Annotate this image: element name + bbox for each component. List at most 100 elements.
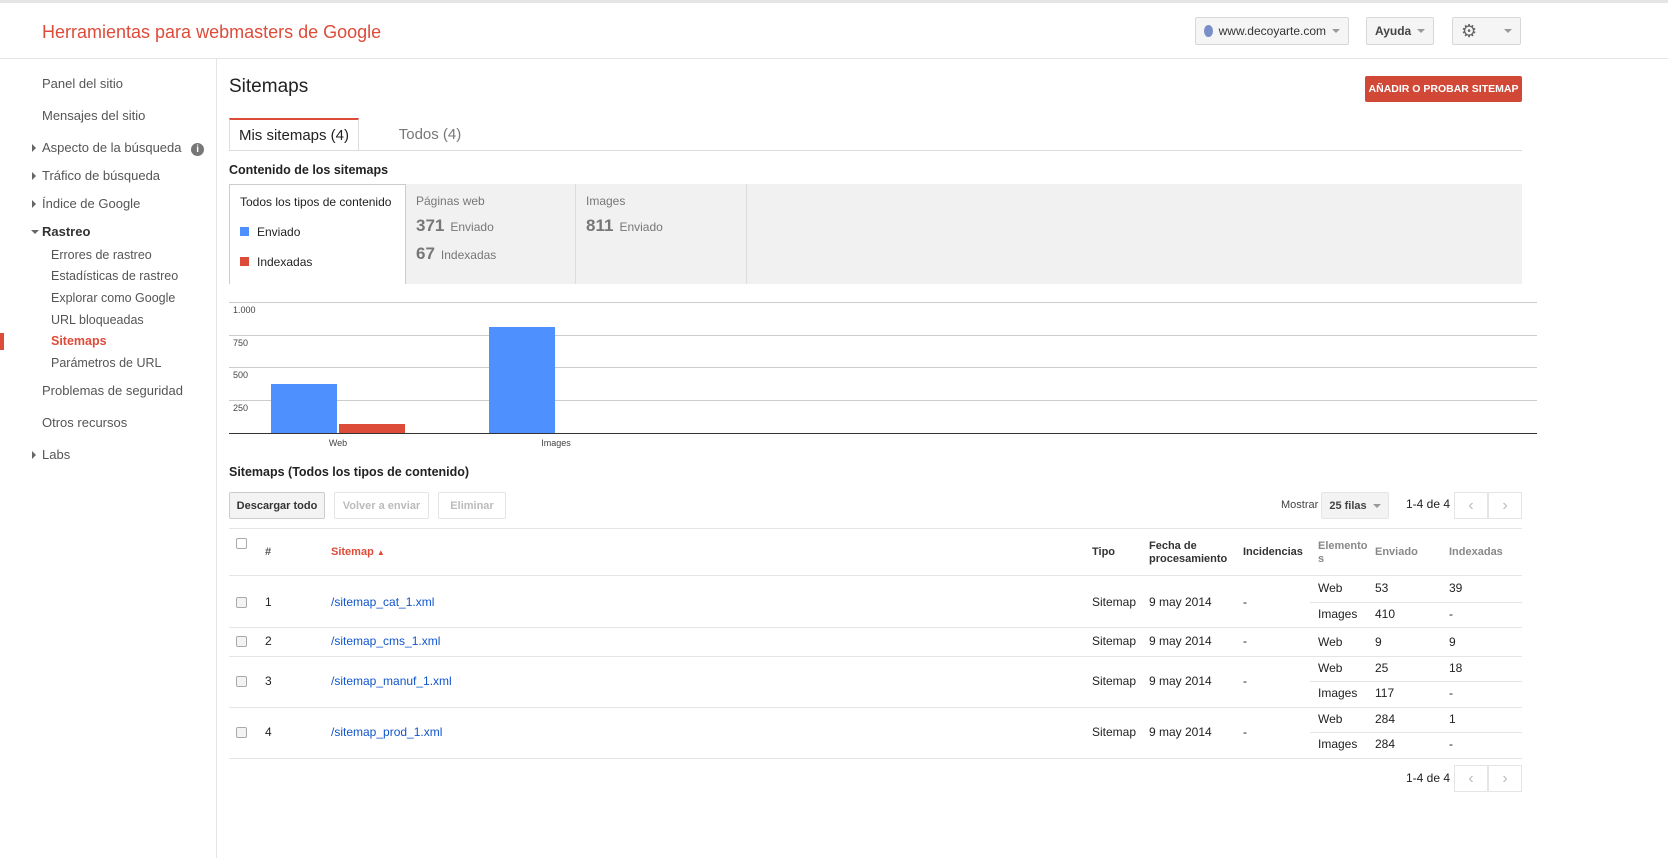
settings-button[interactable]: ⚙ xyxy=(1452,17,1521,45)
sidebar-item-fetch[interactable]: Explorar como Google xyxy=(51,291,175,305)
row-type: Sitemap xyxy=(1092,725,1137,739)
tab-my-sitemaps[interactable]: Mis sitemaps (4) xyxy=(229,118,359,150)
sitemap-link[interactable]: /sitemap_cat_1.xml xyxy=(331,595,434,609)
gridline xyxy=(229,302,1537,303)
item-type: Web xyxy=(1318,711,1343,726)
row-issues: - xyxy=(1243,674,1247,688)
rows-select[interactable]: 25 filas xyxy=(1321,492,1389,519)
chevron-right-icon: › xyxy=(1502,496,1508,514)
item-sent: 25 xyxy=(1375,660,1389,675)
expand-icon xyxy=(32,144,36,152)
web-indexed-value: 67 xyxy=(416,244,435,263)
row-checkbox[interactable] xyxy=(236,636,247,648)
sub-divider xyxy=(1310,681,1522,682)
col-indexed: Indexadas xyxy=(1449,546,1503,558)
sitemap-link[interactable]: /sitemap_manuf_1.xml xyxy=(331,674,452,688)
sidebar-item-sitemaps[interactable]: Sitemaps xyxy=(51,334,107,348)
sidebar-item-crawl[interactable]: Rastreo xyxy=(31,224,90,239)
row-checkbox[interactable] xyxy=(236,596,247,608)
chevron-left-icon: ‹ xyxy=(1468,496,1474,514)
label: Tráfico de búsqueda xyxy=(42,168,161,183)
prev-page-button[interactable]: ‹ xyxy=(1454,492,1488,519)
sidebar-item-security[interactable]: Problemas de seguridad xyxy=(42,383,183,398)
row-divider xyxy=(229,757,1522,759)
sort-asc-icon: ▲ xyxy=(376,548,385,557)
y-tick: 1.000 xyxy=(233,305,256,315)
help-button[interactable]: Ayuda xyxy=(1366,17,1434,45)
next-page-button[interactable]: › xyxy=(1488,492,1522,519)
sitemap-link[interactable]: /sitemap_cms_1.xml xyxy=(331,634,440,648)
sitemap-link[interactable]: /sitemap_prod_1.xml xyxy=(331,725,442,739)
sidebar-item-crawl-stats[interactable]: Estadísticas de rastreo xyxy=(51,269,178,283)
active-indicator xyxy=(0,333,4,350)
card-images[interactable]: Images 811 Enviado xyxy=(576,184,747,284)
row-number: 3 xyxy=(265,674,272,688)
prev-page-button-bottom[interactable]: ‹ xyxy=(1454,765,1488,792)
sidebar-item-resources[interactable]: Otros recursos xyxy=(42,415,127,430)
col-date[interactable]: Fecha de procesamiento xyxy=(1149,540,1239,566)
row-number: 2 xyxy=(265,634,272,649)
sidebar-item-google-index[interactable]: Índice de Google xyxy=(32,196,140,211)
col-issues[interactable]: Incidencias xyxy=(1243,546,1303,558)
sidebar-item-labs[interactable]: Labs xyxy=(32,447,70,462)
add-sitemap-button[interactable]: AÑADIR O PROBAR SITEMAP xyxy=(1365,76,1522,102)
divider xyxy=(229,575,1522,576)
tab-divider xyxy=(229,150,1522,151)
row-checkbox[interactable] xyxy=(236,727,247,738)
label: Enviado xyxy=(450,220,494,234)
tab-all[interactable]: Todos (4) xyxy=(380,118,480,150)
delete-button[interactable]: Eliminar xyxy=(438,492,506,519)
help-label: Ayuda xyxy=(1375,24,1412,38)
col-sitemap[interactable]: Sitemap ▲ xyxy=(331,546,385,558)
x-tick: Web xyxy=(328,438,348,448)
legend-indexed: Indexadas xyxy=(240,255,395,269)
app-title[interactable]: Herramientas para webmasters de Google xyxy=(42,22,381,43)
row-date: 9 may 2014 xyxy=(1149,594,1212,609)
resubmit-button[interactable]: Volver a enviar xyxy=(334,492,429,519)
legend-label: Enviado xyxy=(257,225,301,239)
row-date: 9 may 2014 xyxy=(1149,674,1212,688)
label: Enviado xyxy=(619,220,663,234)
expand-icon xyxy=(32,451,36,459)
label: Aspecto de la búsqueda xyxy=(42,140,182,155)
sidebar-item-search-appearance[interactable]: Aspecto de la búsqueda i xyxy=(32,140,205,156)
sidebar-item-search-traffic[interactable]: Tráfico de búsqueda xyxy=(32,168,161,183)
table-heading: Sitemaps (Todos los tipos de contenido) xyxy=(229,465,470,479)
row-type: Sitemap xyxy=(1092,674,1137,688)
legend-swatch xyxy=(240,227,249,236)
sidebar-item-panel[interactable]: Panel del sitio xyxy=(42,76,123,91)
card-all[interactable]: Todos los tipos de contenido Enviado Ind… xyxy=(229,184,406,284)
row-checkbox[interactable] xyxy=(236,676,247,687)
row-date: 9 may 2014 xyxy=(1149,725,1212,739)
select-all-checkbox[interactable] xyxy=(236,538,247,549)
card-title: Páginas web xyxy=(416,194,485,208)
legend-swatch xyxy=(240,257,249,266)
site-selector[interactable]: www.decoyarte.com xyxy=(1195,17,1349,45)
next-page-button-bottom[interactable]: › xyxy=(1488,765,1522,792)
item-type: Web xyxy=(1318,581,1343,595)
collapse-icon xyxy=(31,230,39,234)
card-web[interactable]: Páginas web 371 Enviado 67 Indexadas xyxy=(406,184,576,284)
sidebar-item-crawl-errors[interactable]: Errores de rastreo xyxy=(51,248,152,262)
sidebar-item-url-params[interactable]: Parámetros de URL xyxy=(51,356,161,370)
col-type[interactable]: Tipo xyxy=(1092,546,1115,558)
sidebar-item-blocked-urls[interactable]: URL bloqueadas xyxy=(51,313,144,327)
chevron-down-icon xyxy=(1372,503,1381,508)
item-indexed: 9 xyxy=(1449,635,1456,649)
content-cards: Todos los tipos de contenido Enviado Ind… xyxy=(229,184,1522,284)
item-type: Images xyxy=(1318,686,1358,700)
item-sent: 9 xyxy=(1375,635,1382,649)
item-indexed: - xyxy=(1449,606,1453,621)
row-number: 4 xyxy=(265,725,272,739)
rows-value: 25 filas xyxy=(1329,499,1367,512)
download-all-button[interactable]: Descargar todo xyxy=(229,492,325,519)
info-icon[interactable]: i xyxy=(191,143,205,156)
content-heading: Contenido de los sitemaps xyxy=(229,163,389,177)
item-sent: 117 xyxy=(1375,686,1395,700)
sidebar-item-messages[interactable]: Mensajes del sitio xyxy=(42,108,145,123)
row-divider xyxy=(229,655,1522,657)
row-type: Sitemap xyxy=(1092,634,1137,649)
item-type: Web xyxy=(1318,660,1343,675)
card-title: Todos los tipos de contenido xyxy=(240,195,392,209)
row-number: 1 xyxy=(265,594,272,609)
